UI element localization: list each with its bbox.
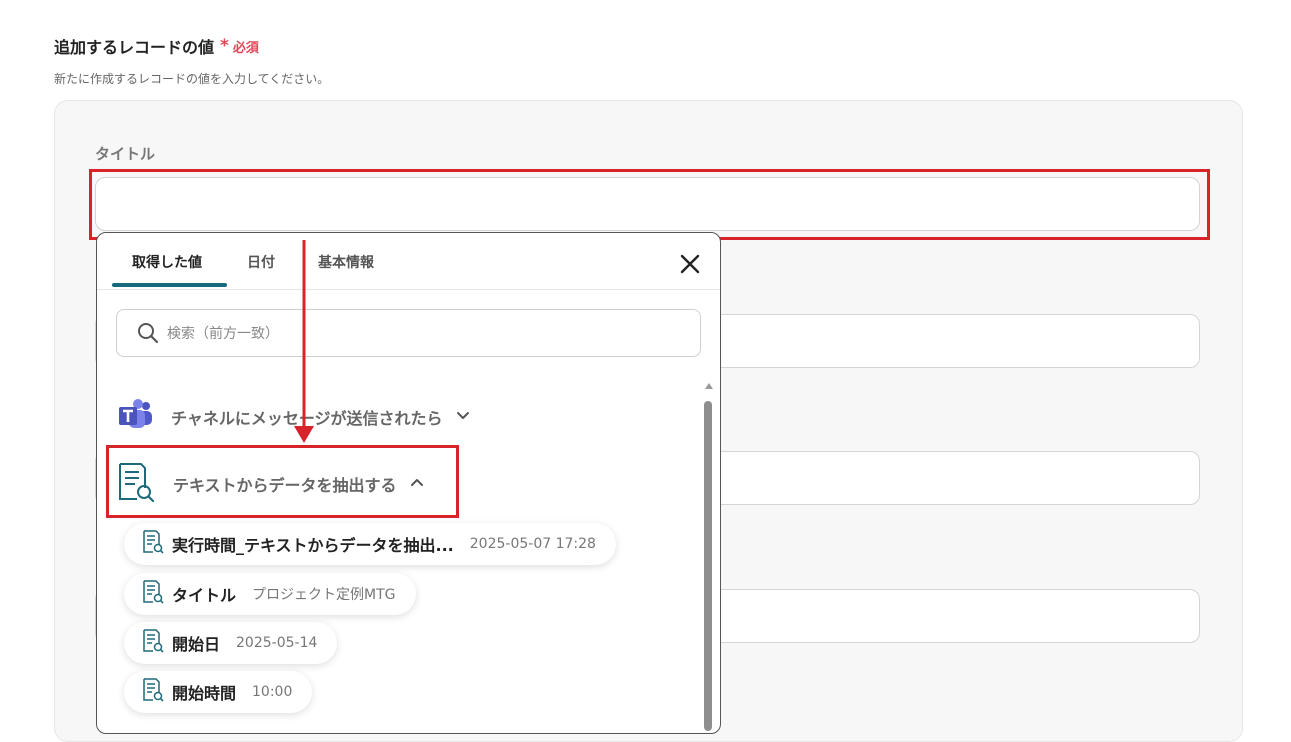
annotation-arrow <box>294 240 314 443</box>
